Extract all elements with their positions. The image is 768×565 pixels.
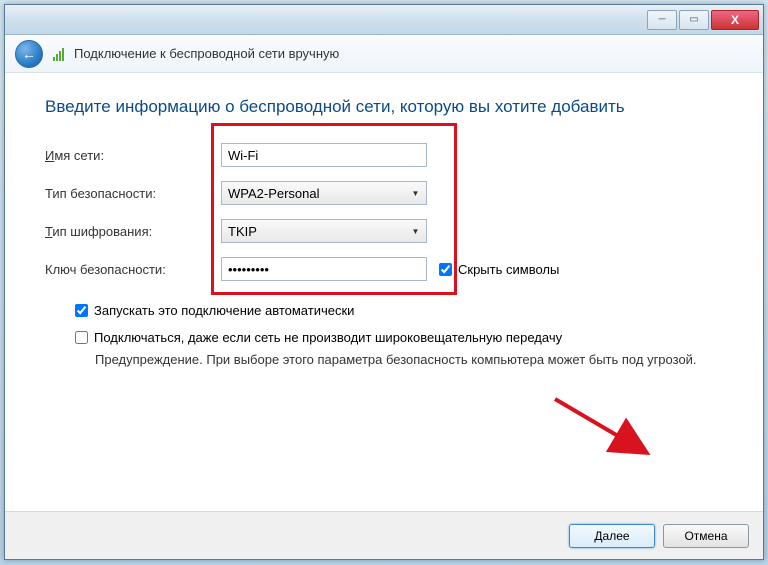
hide-chars-row[interactable]: Скрыть символы (439, 262, 559, 277)
auto-connect-label: Запускать это подключение автоматически (94, 303, 354, 318)
hide-chars-label: Скрыть символы (458, 262, 559, 277)
security-type-select[interactable]: WPA2-Personal ▼ (221, 181, 427, 205)
row-encryption-type: Тип шифрования: TKIP ▼ (45, 219, 723, 243)
row-security-key: Ключ безопасности: Скрыть символы (45, 257, 723, 281)
network-name-input[interactable] (221, 143, 427, 167)
row-network-name: Имя сети: (45, 143, 723, 167)
label-network-name: Имя сети: (45, 148, 221, 163)
cancel-button[interactable]: Отмена (663, 524, 749, 548)
row-security-type: Тип безопасности: WPA2-Personal ▼ (45, 181, 723, 205)
arrow-left-icon: ← (22, 46, 36, 62)
chevron-down-icon: ▼ (407, 184, 424, 202)
next-button[interactable]: Далее (569, 524, 655, 548)
security-key-input[interactable] (221, 257, 427, 281)
wizard-window: ─ ▭ X ← Подключение к беспроводной сети … (4, 4, 764, 560)
label-security-type: Тип безопасности: (45, 186, 221, 201)
page-heading: Введите информацию о беспроводной сети, … (45, 97, 723, 117)
label-encryption-type: Тип шифрования: (45, 224, 221, 239)
wifi-signal-icon (53, 47, 64, 61)
footer: Далее Отмена (5, 511, 763, 559)
minimize-button[interactable]: ─ (647, 10, 677, 30)
annotation-arrow-icon (547, 391, 667, 471)
connect-hidden-checkbox[interactable] (75, 331, 88, 344)
header-bar: ← Подключение к беспроводной сети вручну… (5, 35, 763, 73)
titlebar: ─ ▭ X (5, 5, 763, 35)
warning-text: Предупреждение. При выборе этого парамет… (95, 351, 723, 369)
auto-connect-row[interactable]: Запускать это подключение автоматически (75, 303, 723, 318)
auto-connect-checkbox[interactable] (75, 304, 88, 317)
encryption-type-value: TKIP (228, 224, 257, 239)
security-type-value: WPA2-Personal (228, 186, 320, 201)
hide-chars-checkbox[interactable] (439, 263, 452, 276)
connect-hidden-row[interactable]: Подключаться, даже если сеть не производ… (75, 330, 723, 345)
encryption-type-select[interactable]: TKIP ▼ (221, 219, 427, 243)
window-title: Подключение к беспроводной сети вручную (74, 46, 339, 61)
close-button[interactable]: X (711, 10, 759, 30)
connect-hidden-label: Подключаться, даже если сеть не производ… (94, 330, 562, 345)
label-security-key: Ключ безопасности: (45, 262, 221, 277)
chevron-down-icon: ▼ (407, 222, 424, 240)
back-button[interactable]: ← (15, 40, 43, 68)
content-area: Введите информацию о беспроводной сети, … (5, 73, 763, 511)
maximize-button[interactable]: ▭ (679, 10, 709, 30)
